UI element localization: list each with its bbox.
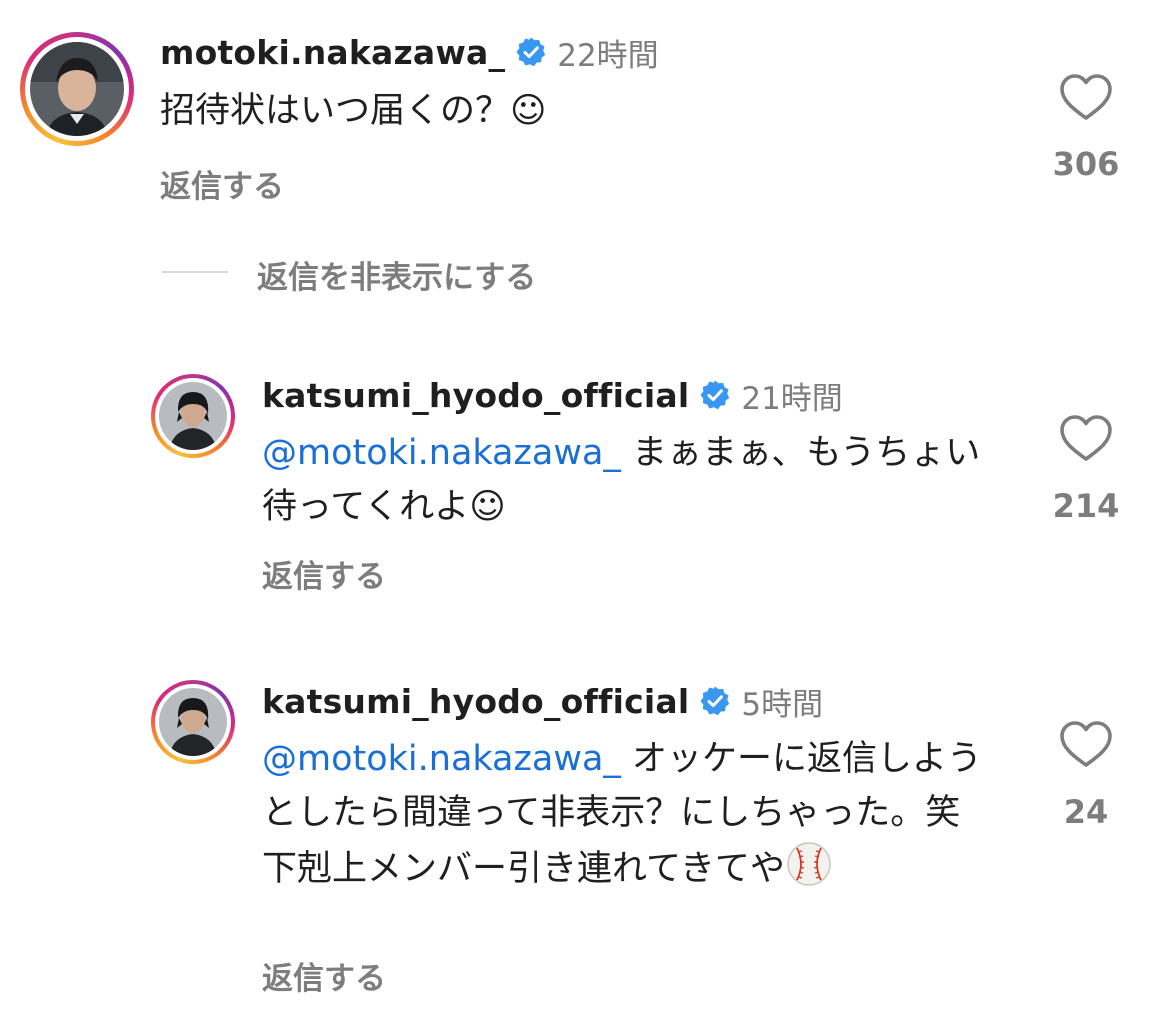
avatar-photo (159, 382, 227, 450)
heart-icon[interactable] (1058, 719, 1114, 769)
heart-icon[interactable] (1058, 413, 1114, 463)
heart-icon[interactable] (1058, 72, 1114, 122)
avatar[interactable] (151, 680, 235, 764)
comment-header: katsumi_hyodo_official 21時間 (262, 373, 843, 417)
verified-badge-icon (700, 686, 730, 716)
timestamp: 5時間 (741, 686, 824, 723)
username[interactable]: motoki.nakazawa_ (160, 33, 505, 72)
hide-replies-button[interactable]: 返信を非表示にする (257, 252, 536, 297)
reply-button[interactable]: 返信する (160, 161, 284, 206)
timestamp: 22時間 (557, 37, 659, 74)
avatar[interactable] (151, 374, 235, 458)
comment-text: 招待状はいつ届くの？☺ (160, 91, 547, 131)
verified-badge-icon (700, 380, 730, 410)
comment-text: @motoki.nakazawa_ オッケーに返信しようとしたら間違って非表示？… (262, 739, 983, 889)
username[interactable]: katsumi_hyodo_official (262, 376, 689, 415)
divider-line (162, 271, 228, 273)
comment-text: @motoki.nakazawa_ まぁまぁ、もうちょい待ってくれよ☺ (262, 433, 981, 527)
avatar-photo (30, 42, 124, 136)
verified-badge-icon (516, 37, 546, 67)
comment-header: motoki.nakazawa_ 22時間 (160, 30, 659, 74)
avatar[interactable] (20, 32, 134, 146)
comment-katsumi-1: katsumi_hyodo_official 21時間 @motoki.naka… (0, 360, 1170, 620)
username[interactable]: katsumi_hyodo_official (262, 682, 689, 721)
comment-header: katsumi_hyodo_official 5時間 (262, 679, 823, 723)
comment-katsumi-2: katsumi_hyodo_official 5時間 @motoki.nakaz… (0, 666, 1170, 1009)
like-count: 24 (1063, 793, 1109, 831)
reply-button[interactable]: 返信する (262, 551, 386, 596)
comment-motoki: motoki.nakazawa_ 22時間 招待状はいつ届くの？☺ 返信する 3… (0, 0, 1170, 220)
mention-link[interactable]: @motoki.nakazawa_ (262, 433, 621, 473)
timestamp: 21時間 (741, 380, 843, 417)
avatar-photo (159, 688, 227, 756)
baseball-icon (787, 842, 831, 886)
like-count: 214 (1052, 487, 1120, 525)
like-count: 306 (1052, 145, 1120, 183)
mention-link[interactable]: @motoki.nakazawa_ (262, 739, 621, 779)
reply-button[interactable]: 返信する (262, 953, 386, 998)
